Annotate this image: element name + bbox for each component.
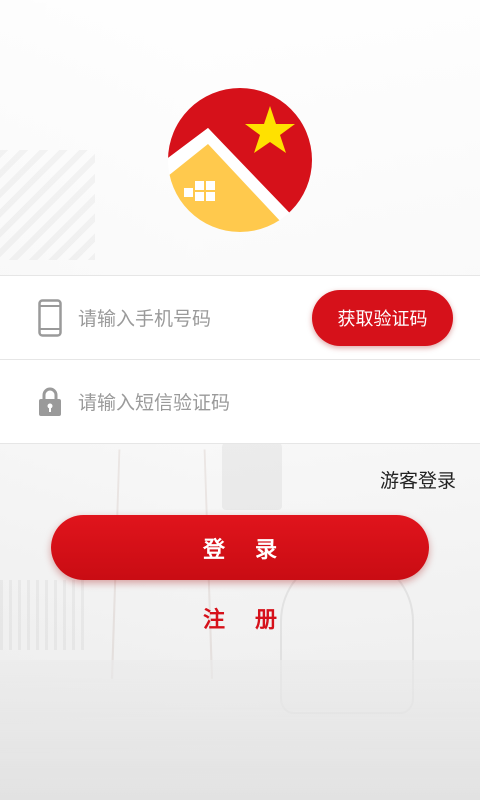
phone-input[interactable] — [76, 298, 300, 340]
guest-login-link[interactable]: 游客登录 — [380, 466, 456, 493]
lock-icon — [36, 382, 64, 422]
app-logo — [168, 88, 312, 232]
get-code-button[interactable]: 获取验证码 — [312, 290, 453, 346]
login-form: 获取验证码 — [0, 275, 480, 444]
phone-row: 获取验证码 — [0, 275, 480, 359]
phone-icon — [36, 298, 64, 338]
lamp-decoration — [222, 440, 282, 510]
wall-decoration — [0, 150, 95, 260]
register-link[interactable]: 注册 — [0, 602, 480, 634]
sms-row — [0, 359, 480, 444]
floor-decoration — [0, 660, 480, 800]
sms-code-input[interactable] — [76, 382, 300, 424]
login-button[interactable]: 登录 — [51, 515, 429, 580]
house-star-logo-icon — [168, 88, 312, 232]
